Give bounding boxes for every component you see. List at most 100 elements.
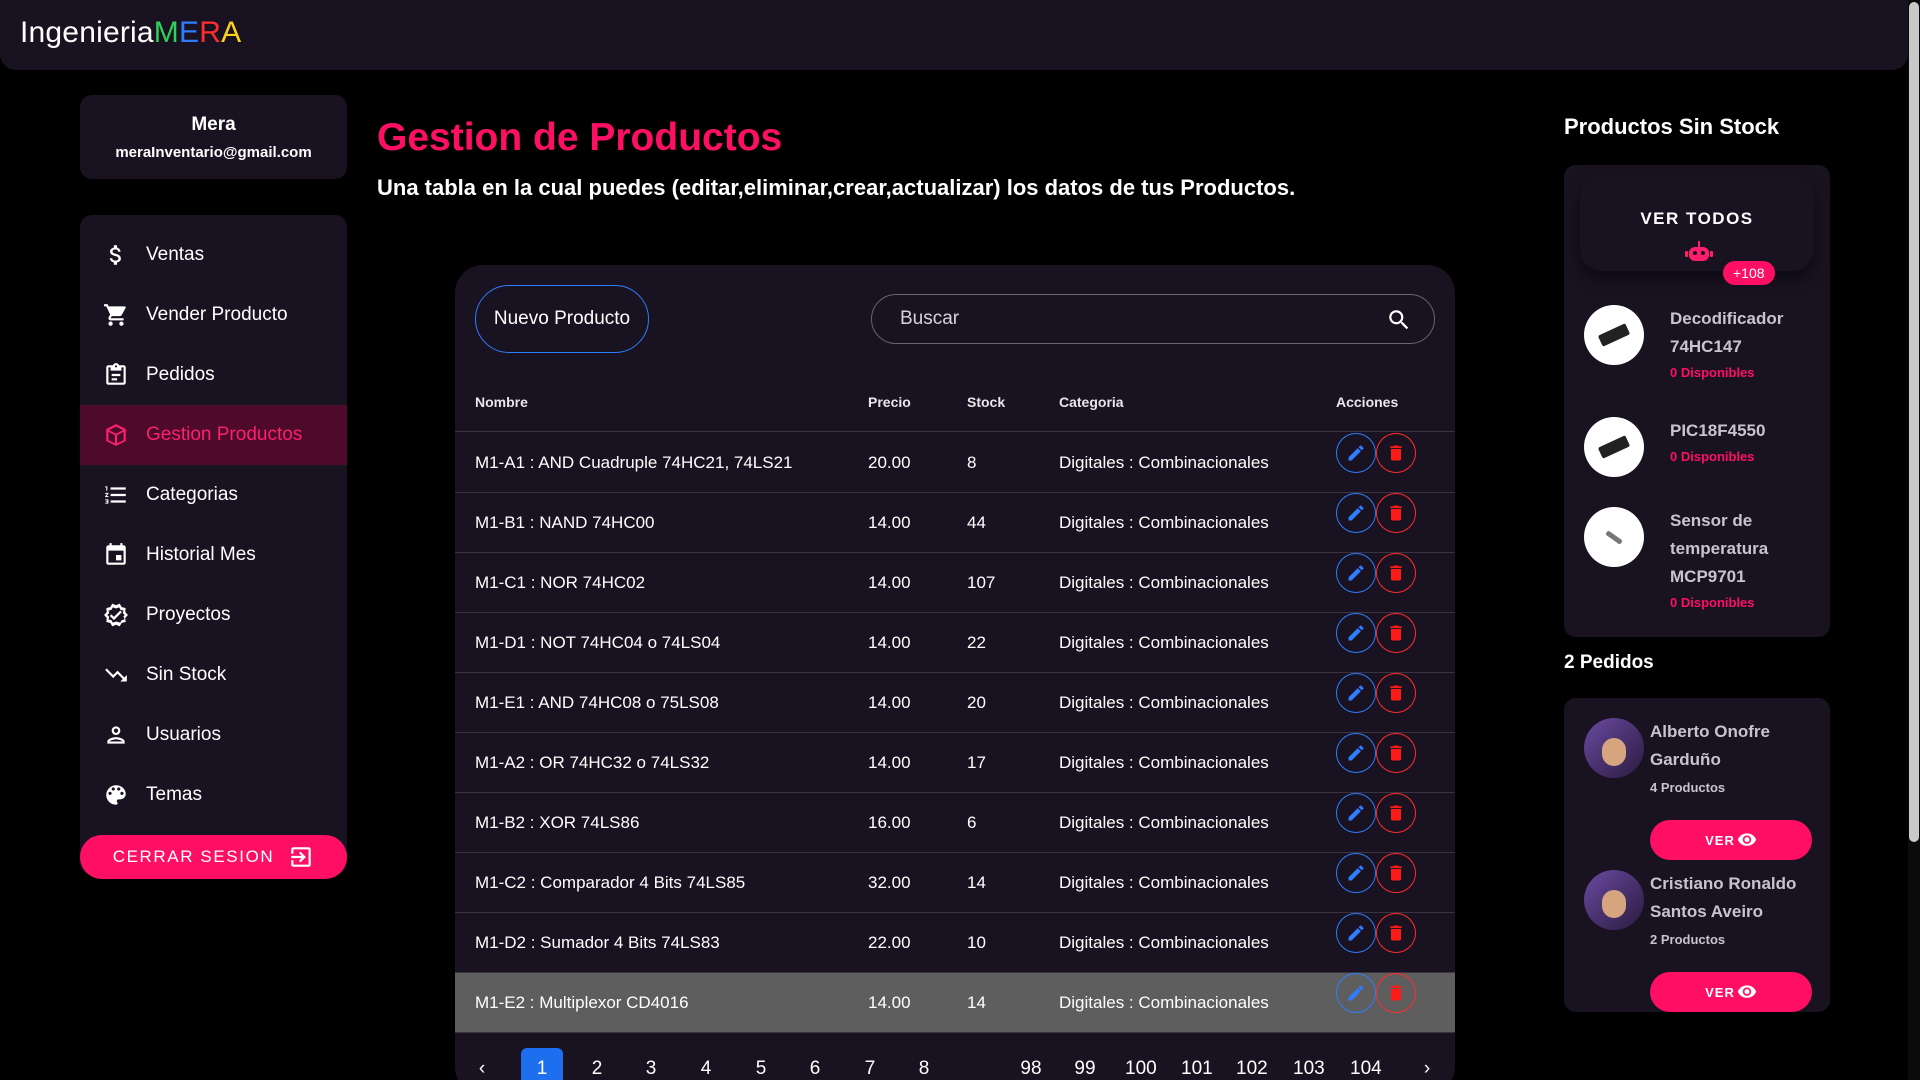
header-nombre[interactable]: Nombre [475, 372, 528, 432]
sidebar-item-label: Historial Mes [146, 544, 256, 565]
next-page-button[interactable]: › [1406, 1048, 1448, 1080]
table-row[interactable]: M1-B2 : XOR 74LS86 16.00 6 Digitales : Comb… [455, 793, 1455, 853]
header-stock[interactable]: Stock [967, 372, 1005, 432]
ver-todos-button[interactable]: VER TODOS +108 [1580, 175, 1814, 285]
page-button[interactable]: 5 [740, 1048, 782, 1080]
page-button[interactable]: 6 [794, 1048, 836, 1080]
page-button[interactable]: 3 [630, 1048, 672, 1080]
pedido-customer-name: Alberto Onofre Garduño [1650, 722, 1770, 769]
scrollbar[interactable] [1908, 0, 1920, 1080]
delete-button[interactable] [1376, 733, 1416, 773]
edit-button[interactable] [1336, 433, 1376, 473]
page-button[interactable]: 98 [1010, 1048, 1052, 1080]
brand-logo[interactable]: IngenieriaMERA [20, 16, 241, 50]
edit-button[interactable] [1336, 613, 1376, 653]
edit-button[interactable] [1336, 793, 1376, 833]
sidebar-item-label: Ventas [146, 244, 205, 265]
delete-button[interactable] [1376, 433, 1416, 473]
cell-nombre: M1-D1 : NOT 74HC04 o 74LS04 [475, 633, 721, 652]
cell-precio: 16.00 [868, 813, 911, 832]
page-button[interactable]: 99 [1064, 1048, 1106, 1080]
table-row[interactable]: M1-B1 : NAND 74HC00 14.00 44 Digitales : Co… [455, 493, 1455, 553]
ver-pedido-button[interactable]: VER [1650, 820, 1812, 860]
page-button[interactable]: 104 [1344, 1048, 1388, 1080]
table-row[interactable]: M1-A2 : OR 74HC32 o 74LS32 14.00 17 Digital… [455, 733, 1455, 793]
sin-stock-card: VER TODOS +108 Decodificador 74HC147 0 D… [1564, 165, 1830, 637]
trash-icon [1390, 805, 1402, 821]
table-row[interactable]: M1-E1 : AND 74HC08 o 75LS08 14.00 20 Digita… [455, 673, 1455, 733]
table-row[interactable]: M1-A1 : AND Cuadruple 74HC21, 74LS21 20.0… [455, 433, 1455, 493]
delete-button[interactable] [1376, 613, 1416, 653]
page-button[interactable]: 7 [849, 1048, 891, 1080]
page-button[interactable]: 1 [521, 1048, 563, 1080]
sidebar-item-usuarios[interactable]: Usuarios [80, 705, 347, 765]
clipboard-icon [102, 361, 130, 389]
edit-button[interactable] [1336, 553, 1376, 593]
delete-button[interactable] [1376, 493, 1416, 533]
sidebar-item-temas[interactable]: Temas [80, 765, 347, 825]
trash-icon [1390, 685, 1402, 701]
search-icon[interactable] [1386, 307, 1412, 333]
edit-button[interactable] [1336, 913, 1376, 953]
palette-icon [102, 781, 130, 809]
table-row[interactable]: M1-D1 : NOT 74HC04 o 74LS04 14.00 22 Digita… [455, 613, 1455, 673]
edit-button[interactable] [1336, 853, 1376, 893]
edit-button[interactable] [1336, 733, 1376, 773]
logout-button[interactable]: CERRAR SESION [80, 835, 347, 879]
cell-categoria: Digitales : Combinacionales [1059, 633, 1269, 652]
cell-nombre: M1-A2 : OR 74HC32 o 74LS32 [475, 753, 710, 772]
scrollbar-thumb[interactable] [1909, 2, 1919, 842]
table-row[interactable]: M1-C2 : Comparador 4 Bits 74LS85 32.00 14 D… [455, 853, 1455, 913]
page-button[interactable]: 8 [903, 1048, 945, 1080]
delete-button[interactable] [1376, 853, 1416, 893]
edit-button[interactable] [1336, 973, 1376, 1013]
sidebar-item-ventas[interactable]: Ventas [80, 225, 347, 285]
pedido-product-count: 2 Productos [1650, 932, 1726, 947]
ver-pedido-button[interactable]: VER [1650, 972, 1812, 1012]
table-row[interactable]: M1-D2 : Sumador 4 Bits 74LS83 22.00 10 Digi… [455, 913, 1455, 973]
cell-precio: 22.00 [868, 933, 911, 952]
product-name: PIC18F4550 [1670, 421, 1766, 440]
cell-categoria: Digitales : Combinacionales [1059, 513, 1269, 532]
brand-letter-r: R [199, 16, 222, 49]
edit-button[interactable] [1336, 493, 1376, 533]
table-row[interactable]: M1-C1 : NOR 74HC02 14.00 107 Digitales : Co… [455, 553, 1455, 613]
page-button[interactable]: 103 [1287, 1048, 1331, 1080]
page-button[interactable]: 100 [1119, 1048, 1163, 1080]
product-thumbnail [1584, 305, 1644, 365]
delete-button[interactable] [1376, 913, 1416, 953]
page-button[interactable]: 102 [1230, 1048, 1274, 1080]
header-precio[interactable]: Precio [868, 372, 911, 432]
pedido-product-count: 4 Productos [1650, 780, 1726, 795]
header-categoria[interactable]: Categoria [1059, 372, 1124, 432]
sidebar-item-sin-stock[interactable]: Sin Stock [80, 645, 347, 705]
sidebar-item-gestion-productos[interactable]: Gestion Productos [80, 405, 347, 465]
ver-label: VER [1705, 832, 1735, 848]
cell-stock: 8 [967, 453, 977, 472]
delete-button[interactable] [1376, 673, 1416, 713]
delete-button[interactable] [1376, 973, 1416, 1013]
profile-email: meraInventario@gmail.com [115, 144, 312, 161]
sidebar-item-pedidos[interactable]: Pedidos [80, 345, 347, 405]
prev-page-button[interactable]: ‹ [461, 1048, 503, 1080]
edit-button[interactable] [1336, 673, 1376, 713]
new-product-button[interactable]: Nuevo Producto [475, 285, 649, 353]
cell-nombre: M1-A1 : AND Cuadruple 74HC21, 74LS21 [475, 453, 793, 472]
product-availability: 0 Disponibles [1670, 449, 1755, 464]
page-button[interactable]: 101 [1175, 1048, 1219, 1080]
page-button[interactable]: 2 [576, 1048, 618, 1080]
search-input[interactable] [900, 295, 1360, 343]
product-availability: 0 Disponibles [1670, 595, 1755, 610]
sidebar-item-vender-producto[interactable]: Vender Producto [80, 285, 347, 345]
table-row[interactable]: M1-E2 : Multiplexor CD4016 14.00 14 Digital… [455, 973, 1455, 1033]
delete-button[interactable] [1376, 553, 1416, 593]
page-button[interactable]: 4 [685, 1048, 727, 1080]
product-name: Sensor de temperatura MCP9701 [1670, 511, 1769, 586]
delete-button[interactable] [1376, 793, 1416, 833]
sidebar-item-historial-mes[interactable]: Historial Mes [80, 525, 347, 585]
cell-nombre: M1-E1 : AND 74HC08 o 75LS08 [475, 693, 719, 712]
ver-label: VER [1705, 984, 1735, 1000]
sidebar-item-proyectos[interactable]: Proyectos [80, 585, 347, 645]
sidebar-item-categorias[interactable]: Categorias [80, 465, 347, 525]
top-bar: IngenieriaMERA [0, 0, 1908, 70]
